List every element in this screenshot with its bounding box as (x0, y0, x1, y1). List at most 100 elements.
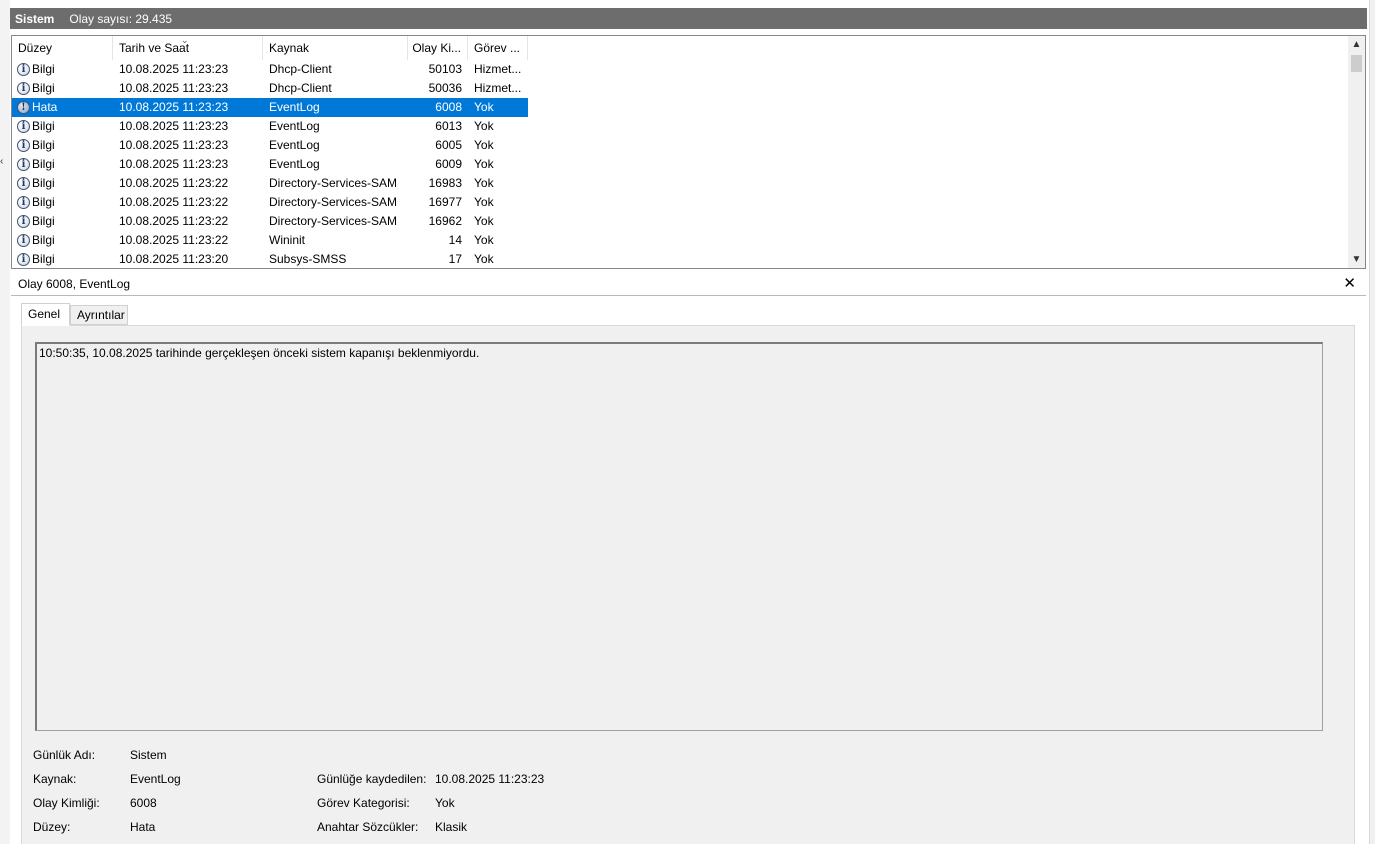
table-row[interactable]: i Bilgi 10.08.2025 11:23:23 EventLog 6005 Yok (12, 136, 528, 155)
source-value: EventLog (130, 772, 181, 786)
level-text: Bilgi (32, 252, 55, 266)
event-id-cell: 16977 (428, 195, 462, 209)
level-cell: i Bilgi (12, 60, 113, 79)
event-list[interactable]: Düzey Tarih ve Saat ⌄ Kaynak Olay Ki... … (11, 35, 1366, 269)
table-row[interactable]: i Bilgi 10.08.2025 11:23:20 Subsys-SMSS 17 Yo… (12, 250, 528, 268)
datetime-cell: 10.08.2025 11:23:22 (119, 233, 229, 247)
table-row[interactable]: i Bilgi 10.08.2025 11:23:23 EventLog 6013 Yok (12, 117, 528, 136)
info-icon: i (17, 215, 30, 228)
level-cell: i Bilgi (12, 231, 113, 250)
level-text: Bilgi (32, 119, 55, 133)
source-cell: Dhcp-Client (269, 62, 332, 76)
source-cell: Subsys-SMSS (269, 252, 347, 266)
level-cell: i Bilgi (12, 79, 113, 98)
left-pane-edge: ‹ (0, 0, 10, 844)
column-header-datetime[interactable]: Tarih ve Saat ⌄ (113, 36, 263, 60)
source-cell: EventLog (269, 119, 320, 133)
datetime-cell: 10.08.2025 11:23:23 (119, 157, 229, 171)
logged-label: Günlüğe kaydedilen: (317, 772, 427, 786)
level-label: Düzey: (33, 820, 71, 834)
collapse-chevron-icon[interactable]: ‹ (0, 156, 3, 167)
log-name-value: Sistem (130, 748, 167, 762)
source-label: Kaynak: (33, 772, 77, 786)
event-detail-title: Olay 6008, EventLog (18, 277, 131, 291)
level-text: Bilgi (32, 195, 55, 209)
source-cell: Directory-Services-SAM (269, 214, 398, 228)
task-cell: Yok (474, 157, 494, 171)
source-cell: Directory-Services-SAM (269, 195, 398, 209)
keywords-label: Anahtar Sözcükler: (317, 820, 419, 834)
level-text: Bilgi (32, 81, 55, 95)
task-cell: Hizmet... (474, 62, 522, 76)
datetime-cell: 10.08.2025 11:23:20 (119, 252, 229, 266)
source-cell: Directory-Services-SAM (269, 176, 398, 190)
scroll-down-icon[interactable]: ▼ (1348, 251, 1365, 268)
level-cell: i Bilgi (12, 212, 113, 231)
event-description[interactable]: 10:50:35, 10.08.2025 tarihinde gerçekleş… (35, 342, 1323, 731)
event-id-cell: 16983 (428, 176, 462, 190)
column-header-event-id[interactable]: Olay Ki... (408, 36, 468, 60)
keywords-value: Klasik (435, 820, 468, 834)
general-tab-panel: 10:50:35, 10.08.2025 tarihinde gerçekleş… (21, 325, 1355, 844)
task-cell: Hizmet... (474, 81, 522, 95)
datetime-cell: 10.08.2025 11:23:23 (119, 138, 229, 152)
datetime-cell: 10.08.2025 11:23:23 (119, 62, 229, 76)
task-cell: Yok (474, 214, 494, 228)
event-id-value: 6008 (130, 796, 157, 810)
level-text: Bilgi (32, 62, 55, 76)
info-icon: i (17, 120, 30, 133)
datetime-cell: 10.08.2025 11:23:23 (119, 100, 229, 114)
scroll-thumb[interactable] (1351, 55, 1362, 72)
task-cell: Yok (474, 195, 494, 209)
table-row[interactable]: i Bilgi 10.08.2025 11:23:22 Wininit 14 Yok (12, 231, 528, 250)
level-cell: i Bilgi (12, 136, 113, 155)
table-row[interactable]: i Bilgi 10.08.2025 11:23:23 Dhcp-Client 5010… (12, 60, 528, 79)
info-icon: i (17, 158, 30, 171)
log-name-label: Günlük Adı: (33, 748, 96, 762)
close-icon[interactable]: ✕ (1343, 274, 1356, 292)
task-cell: Yok (474, 176, 494, 190)
column-header-row: Düzey Tarih ve Saat ⌄ Kaynak Olay Ki... … (12, 36, 528, 60)
info-icon: i (17, 82, 30, 95)
level-text: Bilgi (32, 157, 55, 171)
column-header-source[interactable]: Kaynak (263, 36, 408, 60)
level-value: Hata (130, 820, 156, 834)
datetime-cell: 10.08.2025 11:23:23 (119, 119, 229, 133)
table-row[interactable]: ! Hata 10.08.2025 11:23:23 EventLog 6008 Yok (12, 98, 528, 117)
source-cell: EventLog (269, 138, 320, 152)
event-detail-header: Olay 6008, EventLog ✕ (11, 273, 1366, 296)
event-id-cell: 6005 (435, 138, 462, 152)
vertical-scrollbar[interactable]: ▲ ▼ (1348, 36, 1365, 268)
logged-value: 10.08.2025 11:23:23 (435, 772, 545, 786)
level-cell: i Bilgi (12, 193, 113, 212)
column-header-datetime-label: Tarih ve Saat (119, 41, 190, 55)
task-cell: Yok (474, 100, 494, 114)
scroll-up-icon[interactable]: ▲ (1348, 36, 1365, 53)
level-cell: i Bilgi (12, 250, 113, 268)
table-row[interactable]: i Bilgi 10.08.2025 11:23:22 Directory-Servi… (12, 174, 528, 193)
info-icon: i (17, 177, 30, 190)
event-id-label: Olay Kimliği: (33, 796, 100, 810)
event-rows: i Bilgi 10.08.2025 11:23:23 Dhcp-Client 5010… (12, 60, 528, 268)
datetime-cell: 10.08.2025 11:23:23 (119, 81, 229, 95)
table-row[interactable]: i Bilgi 10.08.2025 11:23:23 EventLog 6009 Yok (12, 155, 528, 174)
right-pane-edge (1369, 0, 1375, 844)
info-icon: i (17, 139, 30, 152)
tab-details[interactable]: Ayrıntılar (70, 305, 128, 325)
table-row[interactable]: i Bilgi 10.08.2025 11:23:22 Directory-Servi… (12, 212, 528, 231)
source-cell: Wininit (269, 233, 306, 247)
error-icon: ! (17, 101, 30, 114)
tab-general[interactable]: Genel (21, 303, 70, 326)
event-id-cell: 14 (448, 233, 462, 247)
level-text: Hata (32, 100, 58, 114)
column-header-task[interactable]: Görev ... (468, 36, 528, 60)
event-id-cell: 50036 (428, 81, 462, 95)
event-id-cell: 6009 (435, 157, 462, 171)
column-header-level[interactable]: Düzey (12, 36, 113, 60)
table-row[interactable]: i Bilgi 10.08.2025 11:23:23 Dhcp-Client 5003… (12, 79, 528, 98)
datetime-cell: 10.08.2025 11:23:22 (119, 176, 229, 190)
table-row[interactable]: i Bilgi 10.08.2025 11:23:22 Directory-Servi… (12, 193, 528, 212)
datetime-cell: 10.08.2025 11:23:22 (119, 195, 229, 209)
level-cell: ! Hata (12, 98, 113, 117)
task-category-value: Yok (435, 796, 455, 810)
